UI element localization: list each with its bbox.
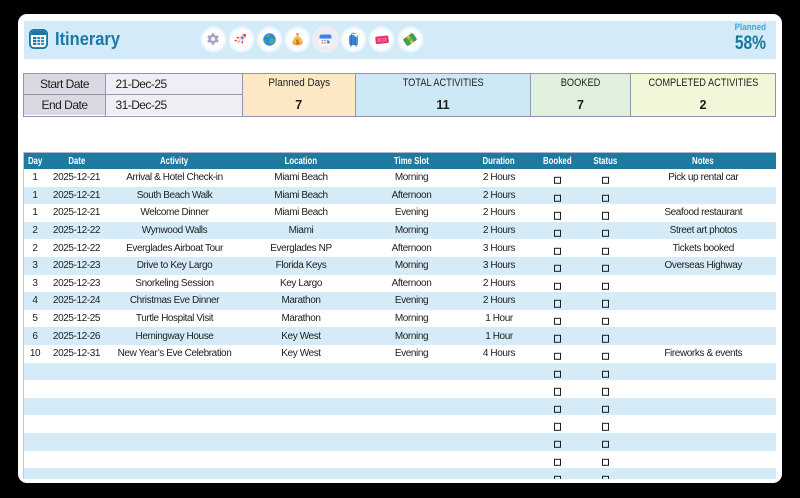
svg-text:$: $ [296, 38, 300, 45]
